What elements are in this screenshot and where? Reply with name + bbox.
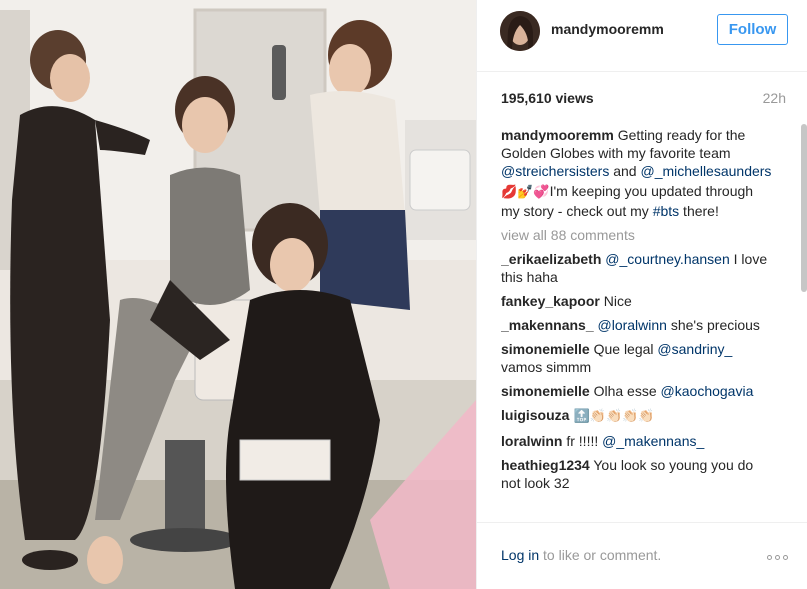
caption-mention-1[interactable]: @streichersisters	[501, 163, 609, 179]
comment-item: heathieg1234 You look so young you do no…	[501, 456, 773, 492]
comment-item: luigisouza 🔝👏🏻👏🏻👏🏻👏🏻	[501, 406, 773, 426]
comment-mention[interactable]: @_courtney.hansen	[605, 251, 729, 267]
view-count: 195,610 views	[501, 90, 594, 106]
caption-text-2: and	[609, 163, 641, 179]
post-header: mandymooremm Follow	[477, 0, 807, 72]
comment-item: loralwinn fr !!!!! @_makennans_	[501, 432, 773, 450]
caption-emoji: 💋💅💞	[501, 185, 550, 200]
avatar[interactable]	[500, 11, 540, 51]
comment-username[interactable]: heathieg1234	[501, 457, 590, 473]
post-footer: Log in to like or comment.	[477, 522, 807, 589]
comment-item: _makennans_ @loralwinn she's precious	[501, 316, 773, 334]
comment-mention[interactable]: @_makennans_	[602, 433, 704, 449]
post-dialog: mandymooremm Follow 195,610 views 22h ma…	[0, 0, 807, 589]
comment-item: _erikaelizabeth @_courtney.hansen I love…	[501, 250, 773, 286]
comment-text-after: vamos simmm	[501, 359, 592, 375]
dot	[783, 555, 788, 560]
comment-text: she's precious	[666, 317, 760, 333]
post-timestamp[interactable]: 22h	[763, 90, 786, 106]
username-link[interactable]: mandymooremm	[551, 21, 664, 37]
comment-username[interactable]: _makennans_	[501, 317, 594, 333]
post-details-panel: mandymooremm Follow 195,610 views 22h ma…	[476, 0, 807, 589]
comment-username[interactable]: loralwinn	[501, 433, 562, 449]
login-prompt: Log in to like or comment.	[501, 547, 661, 563]
comment-item: simonemielle Que legal @sandriny_ vamos …	[501, 340, 773, 376]
caption-hashtag[interactable]: #bts	[653, 203, 679, 219]
comment-username[interactable]: luigisouza	[501, 407, 569, 423]
comment-mention[interactable]: @loralwinn	[598, 317, 667, 333]
comment-item: simonemielle Olha esse @kaochogavia	[501, 382, 773, 400]
comment-item: fankey_kapoor Nice	[501, 292, 773, 310]
comment-text: Olha esse	[589, 383, 661, 399]
comment-username[interactable]: _erikaelizabeth	[501, 251, 601, 267]
post-stats: 195,610 views 22h	[501, 90, 786, 110]
comment-text: Nice	[599, 293, 632, 309]
follow-button[interactable]: Follow	[717, 14, 788, 45]
comment-mention[interactable]: @sandriny_	[657, 341, 732, 357]
avatar-image	[500, 11, 540, 51]
caption-username[interactable]: mandymooremm	[501, 127, 614, 143]
comment-text: 🔝👏🏻👏🏻👏🏻👏🏻	[569, 409, 655, 424]
login-link[interactable]: Log in	[501, 547, 539, 563]
comment-mention[interactable]: @kaochogavia	[661, 383, 754, 399]
comment-username[interactable]: fankey_kapoor	[501, 293, 600, 309]
comment-text: fr !!!!!	[562, 433, 603, 449]
photo-illustration	[0, 0, 476, 589]
caption-mention-2[interactable]: @_michellesaunders	[640, 163, 771, 179]
comment-text: Que legal	[589, 341, 658, 357]
login-text: to like or comment.	[539, 547, 662, 563]
comment-username[interactable]: simonemielle	[501, 341, 590, 357]
caption-text-4: there!	[679, 203, 719, 219]
more-options-icon[interactable]	[767, 555, 788, 560]
dot	[767, 555, 772, 560]
caption: mandymooremm Getting ready for the Golde…	[501, 126, 773, 220]
post-photo[interactable]	[0, 0, 476, 589]
scroll-thumb[interactable]	[801, 124, 807, 292]
comments-scrollbar[interactable]	[801, 124, 807, 520]
dot	[775, 555, 780, 560]
comment-username[interactable]: simonemielle	[501, 383, 590, 399]
view-all-comments-link[interactable]: view all 88 comments	[501, 226, 773, 244]
comment-list: mandymooremm Getting ready for the Golde…	[501, 126, 773, 520]
